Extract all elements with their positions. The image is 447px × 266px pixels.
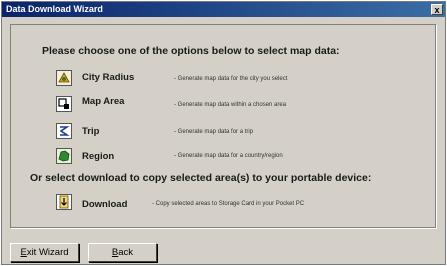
- download-prompt: Or select download to copy selected area…: [30, 172, 372, 184]
- back-button[interactable]: Back: [88, 243, 157, 262]
- window-title: Data Download Wizard: [6, 4, 103, 14]
- region-label[interactable]: Region: [82, 151, 114, 162]
- exit-wizard-label: xit Wizard: [26, 247, 69, 258]
- close-button[interactable]: x: [431, 4, 443, 15]
- trip-desc: - Generate map data for a trip: [174, 129, 254, 135]
- prompt-heading: Please choose one of the options below t…: [42, 45, 340, 57]
- map-area-icon[interactable]: [56, 96, 72, 112]
- region-desc: - Generate map data for a country/region: [174, 153, 283, 159]
- city-radius-label[interactable]: City Radius: [82, 72, 134, 83]
- exit-wizard-button[interactable]: Exit Wizard: [10, 243, 79, 262]
- trip-label[interactable]: Trip: [82, 126, 99, 137]
- back-label: ack: [118, 247, 134, 258]
- map-area-desc: - Generate map data within a chosen area: [174, 102, 287, 108]
- city-radius-icon[interactable]: [56, 70, 72, 86]
- title-bar: Data Download Wizard x: [2, 2, 445, 17]
- city-radius-desc: - Generate map data for the city you sel…: [174, 76, 288, 82]
- region-icon[interactable]: [56, 148, 72, 164]
- download-icon[interactable]: [56, 194, 72, 210]
- download-desc: - Copy selected areas to Storage Card in…: [152, 201, 305, 207]
- download-label[interactable]: Download: [82, 199, 127, 210]
- wizard-window: Data Download Wizard x Please choose one…: [1, 1, 446, 265]
- map-area-label[interactable]: Map Area: [82, 96, 124, 107]
- trip-icon[interactable]: [56, 123, 72, 139]
